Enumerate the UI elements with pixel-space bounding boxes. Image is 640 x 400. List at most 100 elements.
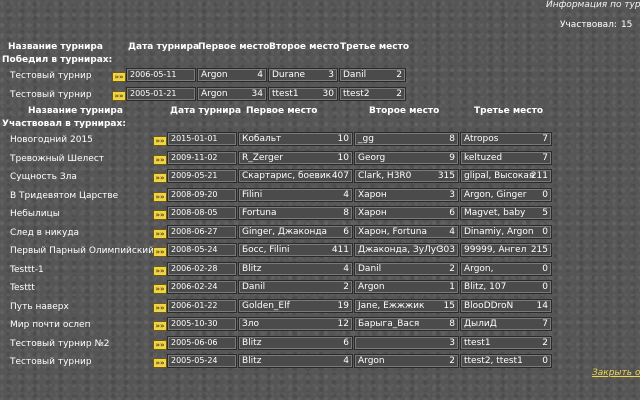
tournament-name: Тестовый турнир xyxy=(10,357,92,367)
first-place-player: Blitz xyxy=(242,356,262,366)
first-place-player: Argon xyxy=(201,89,228,99)
third-place-cell: ttest2 2 xyxy=(339,87,406,101)
first-place-cell: Argon 4 xyxy=(197,68,267,82)
second-place-score: 1 xyxy=(449,282,455,292)
col-date: Дата турнира xyxy=(128,42,200,52)
table-row: Мир почти ослеп »» 2005-10-30 Зло 12 Барыга_В… xyxy=(0,316,640,334)
first-place-score: 19 xyxy=(337,300,349,311)
third-place-player: Danil xyxy=(343,70,367,80)
first-place-cell: Golden_Elf 19 xyxy=(238,298,353,313)
third-place-score: 0 xyxy=(542,356,548,366)
tournament-name: Testtt xyxy=(10,283,35,293)
second-place-player: Durane xyxy=(272,70,306,80)
third-place-player: Argon, Ginger xyxy=(464,189,527,200)
open-tournament-arrow-icon[interactable]: »» xyxy=(153,210,167,220)
first-place-score: 411 xyxy=(331,245,349,255)
first-place-cell: Зло 12 xyxy=(238,317,353,331)
second-place-player: _gg xyxy=(358,134,374,144)
second-place-score: 2 xyxy=(449,356,455,366)
third-place-player: Magvet, baby xyxy=(464,208,526,218)
first-place-player: R_Zerger xyxy=(242,152,283,163)
third-place-score: 0 xyxy=(542,189,548,200)
tournament-date: 2009-11-02 xyxy=(167,150,237,165)
tournament-name: Первый Парный Олимпийский xyxy=(10,246,154,256)
third-place-score: 7 xyxy=(542,134,548,144)
first-place-player: Danil xyxy=(242,282,266,292)
tournament-name: Сущность Зла xyxy=(10,172,77,182)
open-tournament-arrow-icon[interactable]: »» xyxy=(153,136,167,146)
open-tournament-arrow-icon[interactable]: »» xyxy=(153,321,167,331)
third-place-cell: Danil 2 xyxy=(339,68,406,82)
close-link[interactable]: Закрыть о xyxy=(592,368,640,378)
open-tournament-arrow-icon[interactable]: »» xyxy=(153,302,167,313)
open-tournament-arrow-icon[interactable]: »» xyxy=(112,91,126,101)
first-place-player: Босс, Filini xyxy=(242,245,290,255)
second-place-cell: Харон 6 xyxy=(354,206,459,220)
third-place-cell: Argon, 0 xyxy=(460,261,552,276)
third-place-score: 7 xyxy=(542,152,548,163)
tournament-date: 2009-05-21 xyxy=(167,169,237,183)
first-place-score: 2 xyxy=(343,282,349,292)
second-place-score: 6 xyxy=(449,208,455,218)
tournament-date: 2008-05-24 xyxy=(167,243,237,257)
second-place-score: 8 xyxy=(449,319,455,329)
open-tournament-arrow-icon[interactable]: »» xyxy=(153,173,167,183)
first-place-cell: Ginger, Джаконда 6 xyxy=(238,224,353,239)
open-tournament-arrow-icon[interactable]: »» xyxy=(153,191,167,202)
tournament-name: След в никуда xyxy=(10,227,80,238)
second-place-player: ttest1 xyxy=(272,89,299,99)
second-place-player: Argon xyxy=(358,356,385,366)
open-tournament-arrow-icon[interactable]: »» xyxy=(112,72,126,82)
second-place-score: 8 xyxy=(449,134,455,144)
open-tournament-arrow-icon[interactable]: »» xyxy=(153,154,167,165)
second-place-cell: Барыга_Вася 8 xyxy=(354,317,459,331)
third-place-cell: keltuzed 7 xyxy=(460,150,552,165)
second-place-player: Jane, Ежжжик xyxy=(358,300,425,311)
col-second: Второе место xyxy=(269,42,340,52)
third-place-player: BlooDDroN xyxy=(464,300,514,311)
third-place-cell: 99999, Ангел 215 xyxy=(460,243,552,257)
open-tournament-arrow-icon[interactable]: »» xyxy=(153,265,167,276)
third-place-score: 0 xyxy=(542,226,548,237)
tournament-date: 2006-02-24 xyxy=(167,280,237,294)
open-tournament-arrow-icon[interactable]: »» xyxy=(153,358,167,368)
tournament-name: Новогодний 2015 xyxy=(10,135,93,145)
second-place-cell: Argon 1 xyxy=(354,280,459,294)
open-tournament-arrow-icon[interactable]: »» xyxy=(153,339,167,350)
first-place-score: 10 xyxy=(337,134,349,144)
table-row: В Тридевятом Царстве »» 2008-09-20 Filini 4 Х… xyxy=(0,187,640,205)
table-row: След в никуда»» 2008-06-27 Ginger, Джаконд… xyxy=(0,224,640,242)
second-place-player: Argon xyxy=(358,282,385,292)
first-place-player: Filini xyxy=(242,189,263,200)
table-row: Тестовый турнир №2 »» 2005-06-06 Blitz 6 3 tte… xyxy=(0,335,640,353)
tournament-date: 2015-01-01 xyxy=(167,132,237,146)
first-place-cell: Filini 4 xyxy=(238,187,353,202)
first-place-player: Blitz xyxy=(242,263,262,274)
third-place-cell: Dinamiy, Argon 0 xyxy=(460,224,552,239)
col-name: Название турнира xyxy=(28,106,123,116)
first-place-cell: Argon 34 xyxy=(197,87,267,101)
won-section-label: Победил в турнирах: xyxy=(2,55,113,65)
second-place-player: Clark, H3R0 xyxy=(358,171,412,181)
col-third: Третье место xyxy=(340,42,410,52)
second-place-cell: Clark, H3R0 315 xyxy=(354,169,459,183)
col-first: Первое место xyxy=(246,106,318,116)
third-place-player: ttest2, ttest1 xyxy=(464,356,523,366)
first-place-player: Скартарис, боевик xyxy=(242,171,332,181)
second-place-score: 4 xyxy=(449,226,455,237)
tournament-name: Тестовый турнир xyxy=(10,90,92,100)
first-place-score: 4 xyxy=(257,70,263,80)
second-place-player: Харон xyxy=(358,189,387,200)
first-place-score: 34 xyxy=(251,89,263,99)
first-place-cell: Кобальт 10 xyxy=(238,132,353,146)
open-tournament-arrow-icon[interactable]: »» xyxy=(153,284,167,294)
first-place-cell: Blitz 6 xyxy=(238,335,353,350)
open-tournament-arrow-icon[interactable]: »» xyxy=(153,247,167,257)
tournament-name: Небылицы xyxy=(10,209,60,219)
tournament-date: 2005-01-21 xyxy=(126,87,196,101)
second-place-score: 303 xyxy=(437,245,455,255)
second-place-score: 15 xyxy=(443,300,455,311)
third-place-cell: Argon, Ginger 0 xyxy=(460,187,552,202)
third-place-score: 211 xyxy=(530,171,548,181)
open-tournament-arrow-icon[interactable]: »» xyxy=(153,228,167,239)
